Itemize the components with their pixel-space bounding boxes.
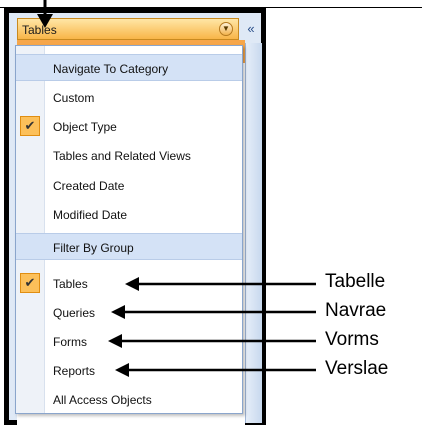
nav-pane-title: Tables — [22, 23, 57, 37]
menu-heading-category: Navigate To Category — [16, 54, 242, 81]
callout-tables: Tabelle — [325, 271, 386, 292]
menu-item-modified-date[interactable]: Modified Date — [16, 201, 242, 228]
menu-item-label: Modified Date — [53, 208, 128, 222]
menu-item-label: Custom — [53, 91, 95, 105]
nav-pane-header[interactable]: Tables ▼ — [17, 18, 239, 40]
menu-heading-filter: Filter By Group — [16, 233, 242, 260]
menu-item-label: Queries — [53, 306, 96, 320]
checkmark-icon: ✔ — [20, 116, 40, 136]
collapse-pane-button[interactable]: « — [241, 20, 261, 38]
menu-item-label: Tables — [53, 277, 88, 291]
chevron-down-icon[interactable]: ▼ — [219, 22, 233, 36]
menu-item-label: Reports — [53, 364, 96, 378]
heading-label: Filter By Group — [53, 241, 134, 255]
menu-item-created-date[interactable]: Created Date — [16, 172, 242, 199]
menu-item-forms[interactable]: Forms — [16, 328, 242, 355]
menu-item-object-type[interactable]: ✔ Object Type — [16, 113, 242, 140]
menu-item-tables-related-views[interactable]: Tables and Related Views — [16, 142, 242, 169]
menu-item-label: All Access Objects — [53, 393, 152, 407]
menu-item-label: Forms — [53, 335, 87, 349]
checkmark-icon: ✔ — [20, 273, 40, 293]
menu-item-reports[interactable]: Reports — [16, 357, 242, 384]
menu-item-label: Created Date — [53, 179, 125, 193]
menu-item-tables[interactable]: ✔ Tables — [16, 270, 242, 297]
callout-forms: Vorms — [325, 329, 379, 350]
pane-scroll-strip — [245, 43, 262, 423]
callout-queries: Navrae — [325, 300, 387, 321]
navigation-options-menu: Navigate To Category Custom ✔ Object Typ… — [15, 45, 243, 414]
menu-item-custom[interactable]: Custom — [16, 84, 242, 111]
callout-reports: Verslae — [325, 358, 389, 379]
menu-item-label: Tables and Related Views — [53, 149, 191, 163]
heading-label: Navigate To Category — [53, 62, 169, 76]
menu-item-all-access-objects[interactable]: All Access Objects — [16, 386, 242, 413]
menu-item-label: Object Type — [53, 120, 117, 134]
menu-item-queries[interactable]: Queries — [16, 299, 242, 326]
